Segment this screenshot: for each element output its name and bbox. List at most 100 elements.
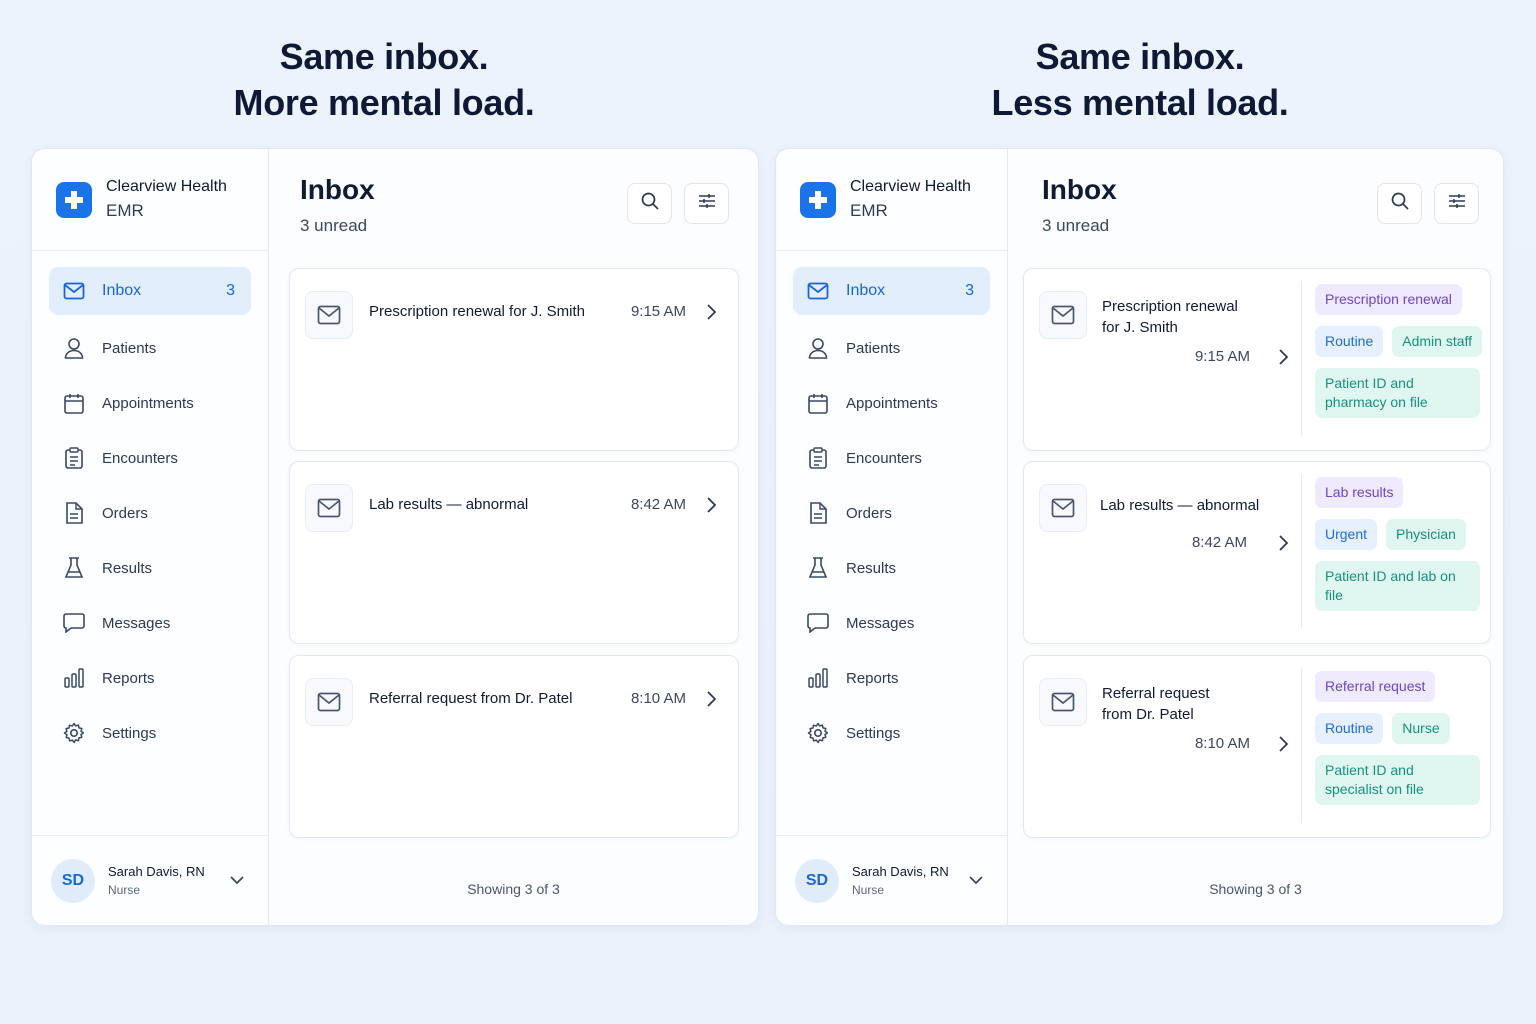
sidebar-item-inbox[interactable]: Inbox 3 bbox=[793, 267, 990, 315]
message-subject-line: from Dr. Patel bbox=[1102, 706, 1194, 723]
sidebar-item-reports[interactable]: Reports bbox=[793, 653, 990, 703]
sidebar-item-appointments[interactable]: Appointments bbox=[793, 378, 990, 428]
chevron-right-icon[interactable] bbox=[1276, 734, 1290, 754]
inbox-header: Inbox 3 unread bbox=[1008, 149, 1503, 267]
sidebar-item-orders[interactable]: Orders bbox=[49, 488, 251, 538]
context-tag: Patient ID and specialist on file bbox=[1315, 755, 1480, 805]
chevron-right-icon[interactable] bbox=[704, 302, 718, 322]
clipboard-icon bbox=[807, 447, 829, 469]
sidebar-item-appointments[interactable]: Appointments bbox=[49, 378, 251, 428]
gear-icon bbox=[63, 722, 85, 744]
filter-button[interactable] bbox=[1434, 183, 1479, 224]
message-card[interactable]: Lab results — abnormal 8:42 AM Lab resul… bbox=[1023, 461, 1491, 644]
sidebar: Clearview Health EMR Inbox 3 Patients Ap… bbox=[776, 149, 1008, 925]
sidebar-item-messages[interactable]: Messages bbox=[49, 598, 251, 648]
chevron-right-icon[interactable] bbox=[704, 495, 718, 515]
message-time: 8:42 AM bbox=[1191, 534, 1247, 551]
message-card[interactable]: Prescription renewal for J. Smith 9:15 A… bbox=[289, 268, 739, 451]
calendar-icon bbox=[63, 392, 85, 414]
search-button[interactable] bbox=[1377, 183, 1422, 224]
inbox-main: Inbox 3 unread Prescription renewal for … bbox=[1008, 149, 1503, 925]
chevron-right-icon[interactable] bbox=[704, 689, 718, 709]
message-time: 8:42 AM bbox=[630, 496, 686, 513]
chat-icon bbox=[807, 612, 829, 634]
search-button[interactable] bbox=[627, 183, 672, 224]
message-time: 8:10 AM bbox=[1194, 735, 1250, 752]
user-icon bbox=[63, 337, 85, 359]
panel-less-load: Clearview Health EMR Inbox 3 Patients Ap… bbox=[775, 148, 1504, 926]
sidebar-item-label: Messages bbox=[102, 614, 171, 632]
brand-subtitle: EMR bbox=[850, 200, 888, 220]
filter-button[interactable] bbox=[684, 183, 729, 224]
brand: Clearview Health EMR bbox=[32, 149, 268, 251]
message-card[interactable]: Referral request from Dr. Patel 8:10 AM … bbox=[1023, 655, 1491, 838]
showing-count: Showing 3 of 3 bbox=[467, 881, 560, 897]
sidebar-item-label: Settings bbox=[102, 724, 157, 742]
sidebar-item-label: Appointments bbox=[102, 394, 194, 412]
chevron-right-icon[interactable] bbox=[1276, 347, 1290, 367]
context-tag: Patient ID and pharmacy on file bbox=[1315, 368, 1480, 418]
mail-icon bbox=[1039, 484, 1087, 532]
divider bbox=[1301, 281, 1302, 436]
chevron-down-icon[interactable] bbox=[228, 872, 246, 890]
message-subject-line: Referral request bbox=[1102, 685, 1210, 702]
chevron-right-icon[interactable] bbox=[1276, 533, 1290, 553]
brand: Clearview Health EMR bbox=[776, 149, 1007, 251]
type-tag: Prescription renewal bbox=[1315, 284, 1462, 315]
sidebar-item-label: Encounters bbox=[102, 449, 178, 467]
headline-line: Less mental load. bbox=[991, 82, 1289, 123]
sidebar-item-label: Orders bbox=[102, 504, 148, 522]
message-subject-line: for J. Smith bbox=[1102, 319, 1178, 336]
sidebar-item-patients[interactable]: Patients bbox=[49, 323, 251, 373]
brand-name: Clearview Health bbox=[850, 177, 971, 195]
sidebar-item-results[interactable]: Results bbox=[49, 543, 251, 593]
sidebar-item-label: Results bbox=[846, 559, 897, 577]
sidebar-nav: Inbox 3 Patients Appointments Encounters… bbox=[32, 251, 268, 758]
sidebar-item-settings[interactable]: Settings bbox=[49, 708, 251, 758]
user-role: Nurse bbox=[852, 882, 885, 897]
message-subject: Referral request from Dr. Patel bbox=[1102, 683, 1292, 725]
owner-tag: Physician bbox=[1386, 519, 1466, 550]
user-menu[interactable]: SD Sarah Davis, RN Nurse bbox=[32, 835, 268, 925]
message-tags: Prescription renewal Routine Admin staff… bbox=[1315, 284, 1485, 429]
search-icon bbox=[1391, 192, 1409, 215]
sliders-icon bbox=[698, 193, 716, 214]
page-title: Inbox bbox=[1042, 174, 1117, 205]
brand-name: Clearview Health bbox=[106, 177, 227, 195]
sidebar-item-settings[interactable]: Settings bbox=[793, 708, 990, 758]
inbox-header: Inbox 3 unread bbox=[269, 149, 758, 267]
inbox-count-badge: 3 bbox=[965, 282, 974, 299]
flask-icon bbox=[63, 557, 85, 579]
context-tag: Patient ID and lab on file bbox=[1315, 561, 1480, 611]
message-card[interactable]: Referral request from Dr. Patel 8:10 AM bbox=[289, 655, 739, 838]
sidebar-item-label: Inbox bbox=[846, 282, 886, 299]
avatar: SD bbox=[795, 858, 839, 903]
type-tag: Referral request bbox=[1315, 671, 1436, 702]
mail-icon bbox=[1039, 291, 1087, 339]
sidebar-item-label: Inbox bbox=[102, 282, 142, 299]
user-menu[interactable]: SD Sarah Davis, RN Nurse bbox=[776, 835, 1007, 925]
sidebar-item-reports[interactable]: Reports bbox=[49, 653, 251, 703]
sidebar-item-results[interactable]: Results bbox=[793, 543, 990, 593]
bar-chart-icon bbox=[807, 667, 829, 689]
sidebar-item-messages[interactable]: Messages bbox=[793, 598, 990, 648]
chevron-down-icon[interactable] bbox=[967, 872, 985, 890]
sidebar-item-label: Results bbox=[102, 559, 153, 577]
sidebar-item-encounters[interactable]: Encounters bbox=[49, 433, 251, 483]
message-card[interactable]: Prescription renewal for J. Smith 9:15 A… bbox=[1023, 268, 1491, 451]
user-name: Sarah Davis, RN bbox=[108, 863, 205, 879]
sidebar-item-label: Settings bbox=[846, 724, 901, 742]
headline-right: Same inbox. Less mental load. bbox=[780, 34, 1500, 126]
sidebar-item-encounters[interactable]: Encounters bbox=[793, 433, 990, 483]
message-tags: Referral request Routine Nurse Patient I… bbox=[1315, 671, 1485, 816]
sidebar-item-orders[interactable]: Orders bbox=[793, 488, 990, 538]
sidebar-item-label: Encounters bbox=[846, 449, 922, 467]
unread-count: 3 unread bbox=[300, 216, 368, 235]
sidebar-item-label: Appointments bbox=[846, 394, 938, 412]
sidebar-item-patients[interactable]: Patients bbox=[793, 323, 990, 373]
message-time: 9:15 AM bbox=[630, 303, 686, 320]
document-icon bbox=[807, 502, 829, 524]
message-card[interactable]: Lab results — abnormal 8:42 AM bbox=[289, 461, 739, 644]
sidebar-item-inbox[interactable]: Inbox 3 bbox=[49, 267, 251, 315]
calendar-icon bbox=[807, 392, 829, 414]
